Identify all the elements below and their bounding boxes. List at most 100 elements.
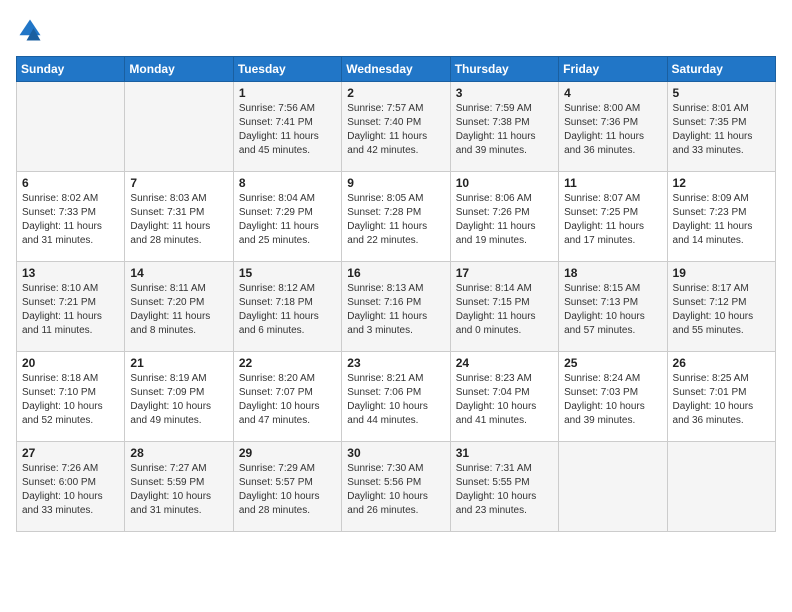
- day-number: 23: [347, 356, 444, 370]
- calendar-cell: [125, 82, 233, 172]
- day-content: Sunrise: 8:10 AM Sunset: 7:21 PM Dayligh…: [22, 282, 119, 338]
- day-content: Sunrise: 8:09 AM Sunset: 7:23 PM Dayligh…: [673, 192, 770, 248]
- day-content: Sunrise: 7:26 AM Sunset: 6:00 PM Dayligh…: [22, 462, 119, 518]
- calendar-cell: 12 Sunrise: 8:09 AM Sunset: 7:23 PM Dayli…: [667, 172, 775, 262]
- day-number: 21: [130, 356, 227, 370]
- calendar-cell: 10 Sunrise: 8:06 AM Sunset: 7:26 PM Dayli…: [450, 172, 558, 262]
- day-number: 4: [564, 86, 661, 100]
- day-number: 9: [347, 176, 444, 190]
- calendar-cell: 25 Sunrise: 8:24 AM Sunset: 7:03 PM Dayli…: [559, 352, 667, 442]
- calendar-cell: 21 Sunrise: 8:19 AM Sunset: 7:09 PM Dayli…: [125, 352, 233, 442]
- day-number: 1: [239, 86, 336, 100]
- day-content: Sunrise: 8:18 AM Sunset: 7:10 PM Dayligh…: [22, 372, 119, 428]
- calendar-table: SundayMondayTuesdayWednesdayThursdayFrid…: [16, 56, 776, 532]
- calendar-cell: 16Sunrise: 8:13 AM Sunset: 7:16 PM Dayli…: [342, 262, 450, 352]
- day-number: 7: [130, 176, 227, 190]
- day-content: Sunrise: 7:57 AM Sunset: 7:40 PM Dayligh…: [347, 102, 444, 158]
- day-number: 12: [673, 176, 770, 190]
- day-number: 8: [239, 176, 336, 190]
- day-content: Sunrise: 8:19 AM Sunset: 7:09 PM Dayligh…: [130, 372, 227, 428]
- day-header-sunday: Sunday: [17, 57, 125, 82]
- day-content: Sunrise: 8:14 AM Sunset: 7:15 PM Dayligh…: [456, 282, 553, 338]
- day-content: Sunrise: 7:29 AM Sunset: 5:57 PM Dayligh…: [239, 462, 336, 518]
- calendar-cell: 14 Sunrise: 8:11 AM Sunset: 7:20 PM Dayli…: [125, 262, 233, 352]
- page-header: [16, 16, 776, 44]
- day-number: 13: [22, 266, 119, 280]
- calendar-cell: 15Sunrise: 8:12 AM Sunset: 7:18 PM Dayli…: [233, 262, 341, 352]
- day-number: 26: [673, 356, 770, 370]
- calendar-cell: 30 Sunrise: 7:30 AM Sunset: 5:56 PM Dayli…: [342, 442, 450, 532]
- day-content: Sunrise: 8:01 AM Sunset: 7:35 PM Dayligh…: [673, 102, 770, 158]
- day-number: 10: [456, 176, 553, 190]
- day-number: 5: [673, 86, 770, 100]
- week-row-4: 20 Sunrise: 8:18 AM Sunset: 7:10 PM Dayli…: [17, 352, 776, 442]
- day-number: 29: [239, 446, 336, 460]
- day-content: Sunrise: 8:13 AM Sunset: 7:16 PM Dayligh…: [347, 282, 444, 338]
- day-header-friday: Friday: [559, 57, 667, 82]
- calendar-cell: 2 Sunrise: 7:57 AM Sunset: 7:40 PM Daylig…: [342, 82, 450, 172]
- day-number: 11: [564, 176, 661, 190]
- day-number: 18: [564, 266, 661, 280]
- calendar-cell: [559, 442, 667, 532]
- day-content: Sunrise: 7:56 AM Sunset: 7:41 PM Dayligh…: [239, 102, 336, 158]
- calendar-cell: 8 Sunrise: 8:04 AM Sunset: 7:29 PM Daylig…: [233, 172, 341, 262]
- calendar-cell: 17 Sunrise: 8:14 AM Sunset: 7:15 PM Dayli…: [450, 262, 558, 352]
- day-header-thursday: Thursday: [450, 57, 558, 82]
- day-number: 2: [347, 86, 444, 100]
- calendar-cell: 24Sunrise: 8:23 AM Sunset: 7:04 PM Dayli…: [450, 352, 558, 442]
- calendar-cell: 28 Sunrise: 7:27 AM Sunset: 5:59 PM Dayli…: [125, 442, 233, 532]
- day-content: Sunrise: 8:03 AM Sunset: 7:31 PM Dayligh…: [130, 192, 227, 248]
- calendar-cell: 23 Sunrise: 8:21 AM Sunset: 7:06 PM Dayli…: [342, 352, 450, 442]
- day-content: Sunrise: 8:24 AM Sunset: 7:03 PM Dayligh…: [564, 372, 661, 428]
- day-content: Sunrise: 8:20 AM Sunset: 7:07 PM Dayligh…: [239, 372, 336, 428]
- day-content: Sunrise: 7:27 AM Sunset: 5:59 PM Dayligh…: [130, 462, 227, 518]
- day-number: 28: [130, 446, 227, 460]
- day-content: Sunrise: 8:25 AM Sunset: 7:01 PM Dayligh…: [673, 372, 770, 428]
- week-row-1: 1 Sunrise: 7:56 AM Sunset: 7:41 PM Daylig…: [17, 82, 776, 172]
- days-header-row: SundayMondayTuesdayWednesdayThursdayFrid…: [17, 57, 776, 82]
- day-number: 20: [22, 356, 119, 370]
- week-row-2: 6Sunrise: 8:02 AM Sunset: 7:33 PM Daylig…: [17, 172, 776, 262]
- day-header-tuesday: Tuesday: [233, 57, 341, 82]
- day-number: 25: [564, 356, 661, 370]
- calendar-cell: 7 Sunrise: 8:03 AM Sunset: 7:31 PM Daylig…: [125, 172, 233, 262]
- day-content: Sunrise: 8:21 AM Sunset: 7:06 PM Dayligh…: [347, 372, 444, 428]
- calendar-cell: 5 Sunrise: 8:01 AM Sunset: 7:35 PM Daylig…: [667, 82, 775, 172]
- day-content: Sunrise: 8:23 AM Sunset: 7:04 PM Dayligh…: [456, 372, 553, 428]
- calendar-cell: 19 Sunrise: 8:17 AM Sunset: 7:12 PM Dayli…: [667, 262, 775, 352]
- day-number: 3: [456, 86, 553, 100]
- day-content: Sunrise: 8:02 AM Sunset: 7:33 PM Dayligh…: [22, 192, 119, 248]
- calendar-cell: 11 Sunrise: 8:07 AM Sunset: 7:25 PM Dayli…: [559, 172, 667, 262]
- calendar-cell: 4 Sunrise: 8:00 AM Sunset: 7:36 PM Daylig…: [559, 82, 667, 172]
- calendar-cell: [17, 82, 125, 172]
- day-number: 30: [347, 446, 444, 460]
- week-row-3: 13 Sunrise: 8:10 AM Sunset: 7:21 PM Dayli…: [17, 262, 776, 352]
- calendar-cell: 27 Sunrise: 7:26 AM Sunset: 6:00 PM Dayli…: [17, 442, 125, 532]
- day-header-monday: Monday: [125, 57, 233, 82]
- day-content: Sunrise: 7:31 AM Sunset: 5:55 PM Dayligh…: [456, 462, 553, 518]
- day-content: Sunrise: 8:00 AM Sunset: 7:36 PM Dayligh…: [564, 102, 661, 158]
- day-header-wednesday: Wednesday: [342, 57, 450, 82]
- day-number: 14: [130, 266, 227, 280]
- calendar-cell: [667, 442, 775, 532]
- calendar-cell: 26 Sunrise: 8:25 AM Sunset: 7:01 PM Dayli…: [667, 352, 775, 442]
- calendar-cell: 9 Sunrise: 8:05 AM Sunset: 7:28 PM Daylig…: [342, 172, 450, 262]
- day-content: Sunrise: 7:30 AM Sunset: 5:56 PM Dayligh…: [347, 462, 444, 518]
- calendar-cell: 6Sunrise: 8:02 AM Sunset: 7:33 PM Daylig…: [17, 172, 125, 262]
- day-content: Sunrise: 8:05 AM Sunset: 7:28 PM Dayligh…: [347, 192, 444, 248]
- day-number: 17: [456, 266, 553, 280]
- day-content: Sunrise: 8:17 AM Sunset: 7:12 PM Dayligh…: [673, 282, 770, 338]
- calendar-cell: 18 Sunrise: 8:15 AM Sunset: 7:13 PM Dayli…: [559, 262, 667, 352]
- logo: [16, 16, 48, 44]
- day-content: Sunrise: 8:15 AM Sunset: 7:13 PM Dayligh…: [564, 282, 661, 338]
- calendar-cell: 29 Sunrise: 7:29 AM Sunset: 5:57 PM Dayli…: [233, 442, 341, 532]
- calendar-cell: 1 Sunrise: 7:56 AM Sunset: 7:41 PM Daylig…: [233, 82, 341, 172]
- calendar-cell: 13 Sunrise: 8:10 AM Sunset: 7:21 PM Dayli…: [17, 262, 125, 352]
- day-content: Sunrise: 8:11 AM Sunset: 7:20 PM Dayligh…: [130, 282, 227, 338]
- day-number: 27: [22, 446, 119, 460]
- day-number: 22: [239, 356, 336, 370]
- day-number: 19: [673, 266, 770, 280]
- day-content: Sunrise: 8:04 AM Sunset: 7:29 PM Dayligh…: [239, 192, 336, 248]
- day-content: Sunrise: 8:07 AM Sunset: 7:25 PM Dayligh…: [564, 192, 661, 248]
- day-content: Sunrise: 8:06 AM Sunset: 7:26 PM Dayligh…: [456, 192, 553, 248]
